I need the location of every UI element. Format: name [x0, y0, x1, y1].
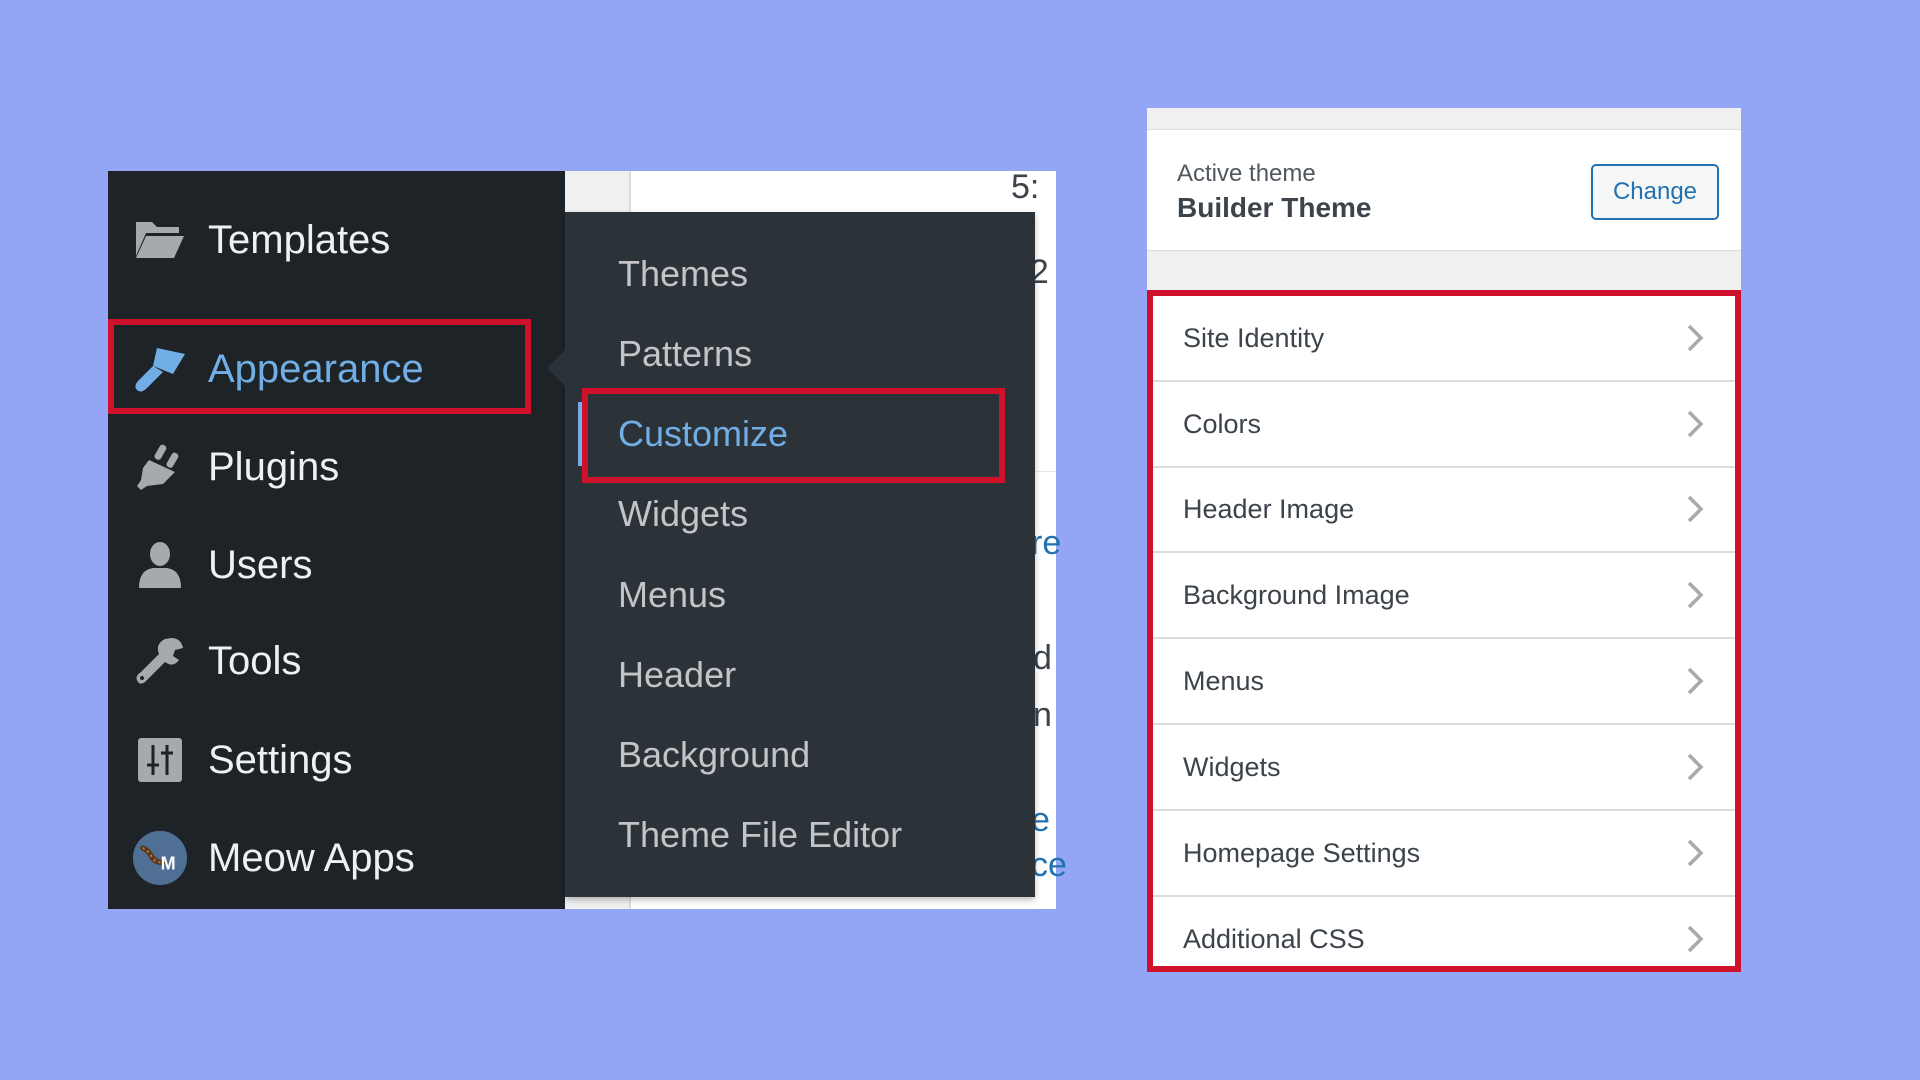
chevron-right-icon [1685, 323, 1705, 353]
submenu-item-label: Themes [618, 253, 749, 294]
section-label: Site Identity [1183, 322, 1325, 353]
submenu-item-header[interactable]: Header [565, 640, 1035, 710]
customizer-panel: Active theme Builder Theme Change Site I… [1147, 108, 1741, 972]
section-label: Homepage Settings [1183, 837, 1421, 868]
sidebar-item-label: Settings [208, 737, 353, 782]
submenu-item-patterns[interactable]: Patterns [565, 319, 1035, 389]
customizer-section-additional-css[interactable]: Additional CSS [1147, 896, 1741, 982]
sidebar-item-label: Tools [208, 638, 302, 683]
customizer-sections: Site Identity Colors Header Image Backgroun… [1147, 291, 1741, 972]
sidebar-item-templates[interactable]: Templates [108, 200, 565, 280]
submenu-item-label: Customize [618, 413, 789, 454]
submenu-item-themes[interactable]: Themes [565, 239, 1035, 309]
customizer-section-homepage-settings[interactable]: Homepage Settings [1147, 811, 1741, 897]
admin-sidebar: Templates Appearance Plugins Users Tools… [108, 171, 565, 909]
page-text-fragment: d [1033, 639, 1052, 677]
submenu-item-customize[interactable]: Customize [565, 399, 1035, 469]
customizer-section-site-identity[interactable]: Site Identity [1147, 296, 1741, 382]
meow-apps-icon: M [132, 830, 188, 886]
section-label: Colors [1183, 408, 1262, 439]
meow-apps-icon-letter: M [161, 854, 176, 874]
submenu-item-label: Patterns [618, 333, 753, 374]
submenu-item-label: Theme File Editor [618, 814, 903, 855]
plug-icon [132, 439, 188, 495]
page-link-fragment[interactable]: ce [1031, 846, 1067, 885]
appearance-submenu: Themes Patterns Customize Widgets Menus … [547, 212, 1035, 897]
page-text-fragment: n [1033, 696, 1052, 734]
submenu-item-label: Background [618, 734, 811, 775]
sidebar-item-tools[interactable]: Tools [108, 621, 565, 701]
submenu-item-label: Menus [618, 574, 727, 615]
submenu-item-menus[interactable]: Menus [565, 560, 1035, 630]
sidebar-item-users[interactable]: Users [108, 525, 565, 605]
active-theme-card: Active theme Builder Theme Change [1147, 129, 1741, 251]
wrench-icon [132, 633, 188, 689]
sidebar-item-label: Meow Apps [208, 835, 415, 880]
page-text-fragment: 5: [1011, 168, 1040, 206]
submenu-item-label: Widgets [618, 493, 749, 534]
change-theme-button[interactable]: Change [1591, 164, 1719, 220]
submenu-item-widgets[interactable]: Widgets [565, 479, 1035, 549]
chevron-right-icon [1685, 666, 1705, 696]
section-label: Background Image [1183, 579, 1410, 610]
section-label: Header Image [1183, 493, 1355, 524]
submenu-item-theme-file-editor[interactable]: Theme File Editor [565, 800, 1035, 870]
theme-name: Builder Theme [1177, 192, 1372, 223]
chevron-right-icon [1685, 494, 1705, 524]
sidebar-item-label: Appearance [208, 346, 424, 391]
sidebar-item-meow-apps[interactable]: M Meow Apps [108, 818, 565, 898]
chevron-right-icon [1685, 924, 1705, 954]
sidebar-item-settings[interactable]: Settings [108, 720, 565, 800]
active-theme-label: Active theme [1177, 160, 1316, 187]
customizer-section-header-image[interactable]: Header Image [1147, 467, 1741, 553]
submenu-item-label: Header [618, 654, 737, 695]
sidebar-item-label: Users [208, 542, 313, 587]
chevron-right-icon [1685, 838, 1705, 868]
section-label: Widgets [1183, 751, 1281, 782]
sidebar-item-appearance[interactable]: Appearance [108, 329, 565, 409]
sliders-icon [132, 732, 188, 788]
submenu-pointer [547, 350, 565, 386]
sidebar-item-label: Plugins [208, 444, 340, 489]
section-label: Additional CSS [1183, 923, 1365, 954]
chevron-right-icon [1685, 580, 1705, 610]
folder-icon [132, 212, 188, 268]
customizer-section-menus[interactable]: Menus [1147, 639, 1741, 725]
page-link-fragment[interactable]: re [1031, 524, 1061, 563]
user-icon [132, 537, 188, 593]
customizer-section-colors[interactable]: Colors [1147, 382, 1741, 468]
submenu-item-background[interactable]: Background [565, 720, 1035, 790]
paintbrush-icon [132, 341, 188, 397]
chevron-right-icon [1685, 409, 1705, 439]
section-label: Menus [1183, 665, 1265, 696]
chevron-right-icon [1685, 752, 1705, 782]
customizer-section-widgets[interactable]: Widgets [1147, 725, 1741, 811]
sidebar-item-plugins[interactable]: Plugins [108, 427, 565, 507]
customizer-section-background-image[interactable]: Background Image [1147, 553, 1741, 639]
sidebar-item-label: Templates [208, 217, 391, 262]
